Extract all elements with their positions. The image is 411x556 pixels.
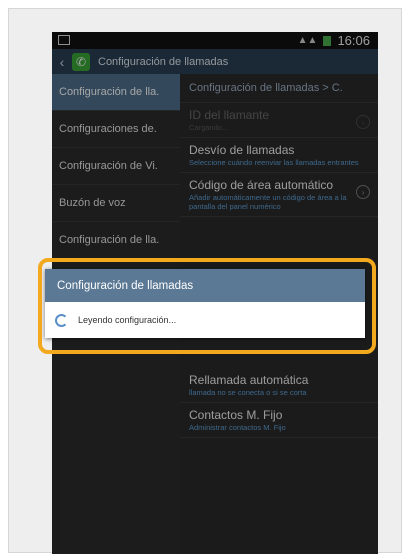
highlight-ring <box>38 258 376 354</box>
